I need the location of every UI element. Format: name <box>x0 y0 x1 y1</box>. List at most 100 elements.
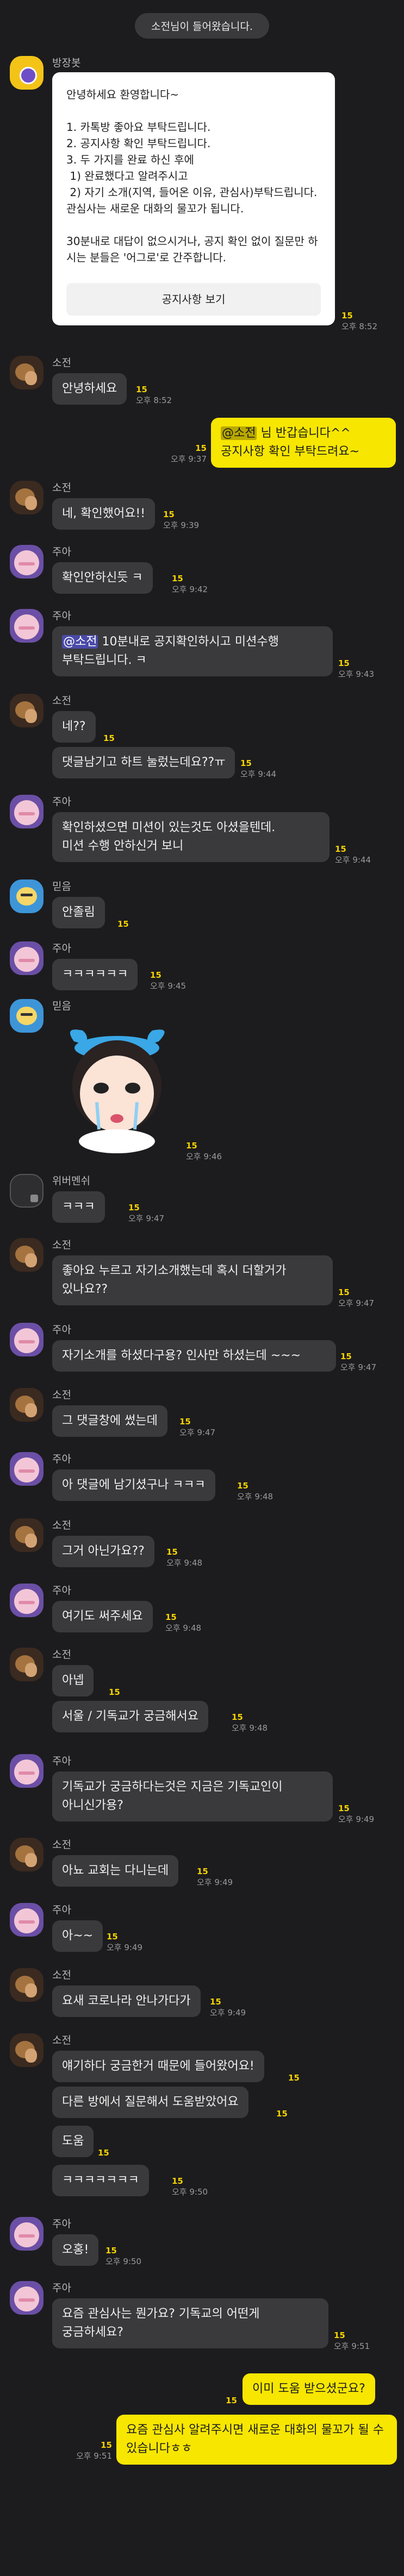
avatar[interactable] <box>10 2217 43 2251</box>
message-bubble[interactable]: ㅋㅋㅋㅋㅋㅋ <box>52 959 138 990</box>
message-bubble[interactable]: 확인안하신듯 ㅋ <box>52 562 153 594</box>
avatar[interactable] <box>10 879 43 913</box>
message-bubble[interactable]: 그거 아닌가요?? <box>52 1536 154 1567</box>
message: 댓글남기고 하트 눌렀는데요??ㅠ 15 오후 9:44 <box>0 747 404 794</box>
message-bubble[interactable]: 다른 방에서 질문해서 도움받았어요 <box>52 2087 248 2118</box>
message-bubble[interactable]: 아~~ <box>52 1920 103 1952</box>
avatar[interactable] <box>10 356 43 389</box>
avatar[interactable] <box>10 1648 43 1681</box>
avatar[interactable] <box>10 941 43 975</box>
avatar[interactable] <box>10 2281 43 2315</box>
mention[interactable]: @소전 <box>221 426 257 440</box>
message: 소전 요새 코로나라 안나가다가 15 오후 9:49 <box>0 1967 404 2032</box>
my-message: 이미 도움 받으셨군요? 15 <box>0 2373 404 2415</box>
message-meta: 15 오후 9:46 <box>186 1140 222 1162</box>
message: 믿음 15 오후 9:46 <box>0 998 404 1173</box>
message-time: 오후 9:47 <box>340 1362 377 1372</box>
message-bubble[interactable]: 서울 / 기독교가 궁금해서요 <box>52 1701 209 1732</box>
sender-name: 주아 <box>52 1324 71 1336</box>
bot-avatar-icon[interactable] <box>10 56 43 90</box>
message-bubble[interactable]: 아뇨 교회는 다니는데 <box>52 1855 179 1887</box>
message-time: 오후 9:43 <box>338 669 375 679</box>
message-bubble[interactable]: 댓글남기고 하트 눌렀는데요??ㅠ <box>52 747 235 778</box>
sender-name: 주아 <box>52 1904 71 1916</box>
message-bubble[interactable]: 안녕하세요 <box>52 373 127 405</box>
notice-card: 안녕하세요 환영합니다~ 1. 카톡방 좋아요 부탁드립니다. 2. 공지사항 … <box>52 72 335 325</box>
avatar[interactable] <box>10 1323 43 1356</box>
unread-count: 15 <box>107 1932 118 1942</box>
message-time: 오후 9:48 <box>166 1558 203 1568</box>
message-bubble[interactable]: 요즘 관심사는 뭔가요? 기독교의 어떤게 궁금하세요? <box>52 2298 328 2348</box>
unread-count: 15 <box>98 2148 109 2158</box>
message: 주아 확인하셨으면 미션이 있는것도 아셨을텐데. 미션 수행 안하신거 보니 … <box>0 794 404 878</box>
avatar[interactable] <box>10 609 43 643</box>
message-meta: 15 오후 9:44 <box>240 758 276 780</box>
message-bubble[interactable]: 아 댓글에 남기셨구나 ㅋㅋㅋ <box>52 1469 215 1501</box>
avatar[interactable] <box>10 999 43 1033</box>
message-bubble[interactable]: 확인하셨으면 미션이 있는것도 아셨을텐데. 미션 수행 안하신거 보니 <box>52 812 330 862</box>
message-bubble[interactable]: 네?? <box>52 711 96 743</box>
sender-name: 주아 <box>52 796 71 808</box>
message-bubble[interactable]: 얘기하다 궁금한거 때문에 들어왔어요! <box>52 2051 264 2082</box>
message-bubble[interactable]: @소전 10분내로 공지확인하시고 미션수행 부탁드립니다. ㅋ <box>52 626 333 676</box>
message-time: 오후 8:52 <box>341 322 378 331</box>
avatar[interactable] <box>10 2033 43 2067</box>
avatar[interactable] <box>10 1903 43 1937</box>
message-bubble[interactable]: 요즘 관심사 알려주시면 새로운 대화의 물꼬가 될 수 있습니다ㅎㅎ <box>116 2415 397 2465</box>
my-message: 요즘 관심사 알려주시면 새로운 대화의 물꼬가 될 수 있습니다ㅎㅎ 15 오… <box>0 2415 404 2474</box>
notice-view-button[interactable]: 공지사항 보기 <box>66 283 321 316</box>
avatar[interactable] <box>10 694 43 727</box>
avatar[interactable] <box>10 1968 43 2002</box>
avatar[interactable] <box>10 795 43 828</box>
unread-count: 15 <box>237 1481 248 1491</box>
message-bubble[interactable]: 안졸림 <box>52 897 105 928</box>
unread-count: 15 <box>166 1547 178 1557</box>
message: ㅋㅋㅋㅋㅋㅋㅋ 15 오후 9:50 <box>0 2165 404 2216</box>
message-bubble[interactable]: 그 댓글창에 썼는데 <box>52 1405 167 1437</box>
message-bubble[interactable]: @소전 님 반갑습니다^^ 공지사항 확인 부탁드려요~ <box>211 418 396 468</box>
unread-count: 15 <box>226 2396 237 2405</box>
message-meta: 15 오후 9:48 <box>237 1480 273 1502</box>
message-bubble[interactable]: 이미 도움 받으셨군요? <box>243 2373 375 2405</box>
sender-name: 소전 <box>52 1239 71 1251</box>
avatar[interactable] <box>10 1174 43 1208</box>
avatar[interactable] <box>10 1584 43 1617</box>
avatar[interactable] <box>10 481 43 514</box>
message-bubble[interactable]: 여기도 써주세요 <box>52 1601 153 1632</box>
message: 주아 자기소개를 하셨다구용? 인사만 하셨는데 ~~~ 15 오후 9:47 <box>0 1322 404 1387</box>
message-time: 오후 9:44 <box>240 769 277 779</box>
message-bubble[interactable]: ㅋㅋㅋ <box>52 1191 105 1223</box>
sender-name: 주아 <box>52 2218 71 2230</box>
message-bubble[interactable]: 도움 <box>52 2126 94 2157</box>
avatar[interactable] <box>10 1388 43 1422</box>
message-time: 오후 9:37 <box>170 454 207 464</box>
avatar[interactable] <box>10 1452 43 1486</box>
message-time: 오후 9:48 <box>232 1723 268 1733</box>
message-bubble[interactable]: 네, 확인했어요!! <box>52 498 156 530</box>
sender-name: 소전 <box>52 357 71 369</box>
message-bubble[interactable]: 기독교가 궁금하다는것은 지금은 기독교인이 아니신가용? <box>52 1771 333 1821</box>
avatar[interactable] <box>10 545 43 579</box>
unread-count: 15 <box>179 1417 191 1427</box>
mention[interactable]: @소전 <box>62 635 98 649</box>
unread-count: 15 <box>186 1141 197 1151</box>
message-meta: 15 오후 9:49 <box>210 1996 246 2018</box>
message-time: 오후 9:48 <box>237 1492 274 1501</box>
avatar[interactable] <box>10 1838 43 1871</box>
message-bubble[interactable]: 자기소개를 하셨다구용? 인사만 하셨는데 ~~~ <box>52 1340 336 1372</box>
message: 위버멘쉬 ㅋㅋㅋ 15 오후 9:47 <box>0 1173 404 1237</box>
message-bubble[interactable]: 요새 코로나라 안나가다가 <box>52 1986 201 2017</box>
message-time: 오후 9:47 <box>179 1428 216 1437</box>
message-bubble[interactable]: 좋아요 누르고 자기소개했는데 혹시 더할거가 있나요?? <box>52 1255 333 1305</box>
message-time: 오후 9:50 <box>105 2257 142 2266</box>
sender-name: 소전 <box>52 1969 71 1981</box>
avatar[interactable] <box>10 1754 43 1788</box>
message-time: 오후 8:52 <box>136 395 172 405</box>
message-bubble[interactable]: ㅋㅋㅋㅋㅋㅋㅋ <box>52 2165 149 2196</box>
message-bubble[interactable]: 아넵 <box>52 1665 94 1697</box>
avatar[interactable] <box>10 1518 43 1552</box>
avatar[interactable] <box>10 1238 43 1272</box>
sender-name: 소전 <box>52 1389 71 1401</box>
message-bubble[interactable]: 오홍! <box>52 2234 99 2266</box>
crying-girl-sticker-icon[interactable] <box>52 1021 182 1154</box>
